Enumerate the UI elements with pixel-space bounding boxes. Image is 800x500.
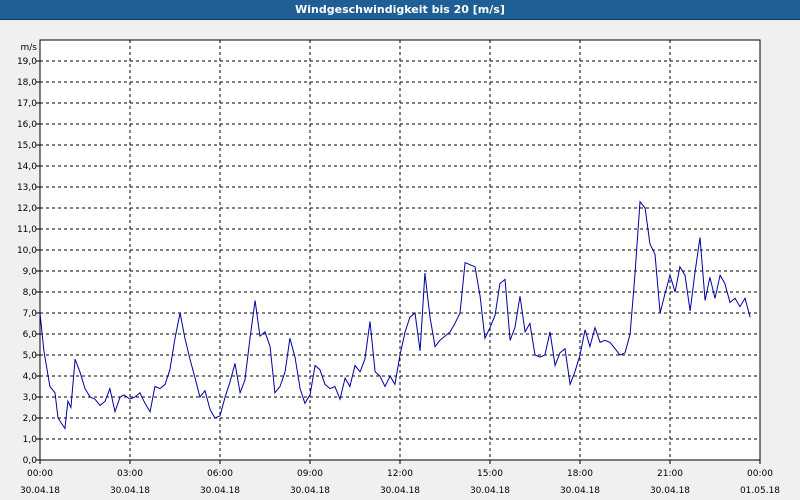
x-tick-date-label: 01.05.18 <box>740 486 780 496</box>
x-tick-date-label: 30.04.18 <box>290 486 330 496</box>
y-tick-label: 9,0 <box>23 267 38 277</box>
x-tick-time-label: 03:00 <box>117 469 143 479</box>
y-tick-label: 1,0 <box>23 435 38 445</box>
y-tick-label: 3,0 <box>23 393 38 403</box>
x-tick-date-label: 30.04.18 <box>650 486 690 496</box>
y-tick-label: 5,0 <box>23 351 38 361</box>
x-tick-date-label: 30.04.18 <box>200 486 240 496</box>
y-tick-label: 17,0 <box>17 99 37 109</box>
y-tick-label: 6,0 <box>23 330 38 340</box>
y-tick-label: 11,0 <box>17 225 37 235</box>
x-tick-date-label: 30.04.18 <box>110 486 150 496</box>
x-tick-time-label: 06:00 <box>207 469 233 479</box>
y-tick-label: 14,0 <box>17 162 37 172</box>
x-tick-time-label: 00:00 <box>747 469 773 479</box>
y-tick-label: 8,0 <box>23 288 38 298</box>
y-tick-label: 13,0 <box>17 183 37 193</box>
y-tick-label: 19,0 <box>17 57 37 67</box>
y-tick-label: 2,0 <box>23 414 38 424</box>
window-title: Windgeschwindigkeit bis 20 [m/s] <box>0 0 800 20</box>
x-tick-time-label: 00:00 <box>27 469 53 479</box>
chart-area: 0,0 1,0 2,0 3,0 4,0 5,0 6,0 7,0 8,0 9,0 10,0 11,0 12… <box>0 20 800 500</box>
y-tick-label: 18,0 <box>17 78 37 88</box>
y-tick-label: 7,0 <box>23 309 38 319</box>
x-tick-date-label: 30.04.18 <box>470 486 510 496</box>
y-tick-label: 12,0 <box>17 204 37 214</box>
y-tick-label: 10,0 <box>17 246 37 256</box>
wind-speed-chart: 0,0 1,0 2,0 3,0 4,0 5,0 6,0 7,0 8,0 9,0 10,0 11,0 12… <box>17 39 780 496</box>
x-tick-time-label: 18:00 <box>567 469 593 479</box>
y-tick-label: 16,0 <box>17 120 37 130</box>
x-tick-time-label: 12:00 <box>387 469 413 479</box>
x-tick-time-label: 09:00 <box>297 469 323 479</box>
y-tick-label: 15,0 <box>17 141 37 151</box>
chart-window: Windgeschwindigkeit bis 20 [m/s] 0,0 1,0 2… <box>0 0 800 500</box>
x-tick-date-label: 30.04.18 <box>380 486 420 496</box>
y-tick-label: 4,0 <box>23 372 38 382</box>
y-axis-unit-label: m/s <box>21 43 38 53</box>
x-tick-date-label: 30.04.18 <box>560 486 600 496</box>
x-tick-time-label: 21:00 <box>657 469 683 479</box>
x-tick-date-label: 30.04.18 <box>20 486 60 496</box>
x-tick-time-label: 15:00 <box>477 469 503 479</box>
y-tick-label: 0,0 <box>23 456 38 466</box>
